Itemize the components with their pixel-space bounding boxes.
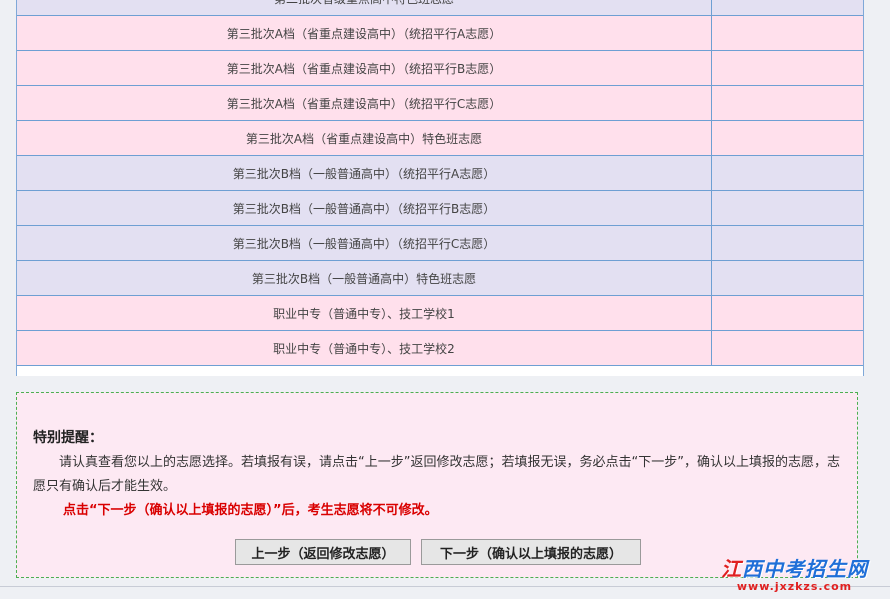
table-row: 第三批次A档（省重点建设高中）（统招平行A志愿）	[17, 15, 863, 50]
volunteer-category-cell: 第三批次B档（一般普通高中）（统招平行C志愿）	[17, 226, 712, 260]
volunteer-category-cell: 第三批次B档（一般普通高中）（统招平行A志愿）	[17, 156, 712, 190]
volunteer-value-cell	[712, 261, 863, 295]
volunteer-table: 第二批次省级重点高中特色班志愿第三批次A档（省重点建设高中）（统招平行A志愿）第…	[16, 0, 864, 376]
next-step-button[interactable]: 下一步（确认以上填报的志愿）	[421, 539, 641, 565]
table-bottom-spacer	[17, 365, 863, 376]
volunteer-value-cell	[712, 296, 863, 330]
volunteer-value-cell	[712, 121, 863, 155]
volunteer-category-cell: 第三批次A档（省重点建设高中）（统招平行A志愿）	[17, 16, 712, 50]
volunteer-value-cell	[712, 0, 863, 15]
special-notice-box: 特别提醒： 请认真查看您以上的志愿选择。若填报有误，请点击“上一步”返回修改志愿…	[16, 392, 858, 578]
volunteer-value-cell	[712, 16, 863, 50]
watermark-url: www.jxzkzs.com	[736, 580, 853, 593]
volunteer-category-cell: 第三批次B档（一般普通高中）（统招平行B志愿）	[17, 191, 712, 225]
volunteer-value-cell	[712, 331, 863, 365]
table-row: 第三批次A档（省重点建设高中）特色班志愿	[17, 120, 863, 155]
table-row: 第三批次A档（省重点建设高中）（统招平行C志愿）	[17, 85, 863, 120]
site-watermark-logo: 江西中考招生网 www.jxzkzs.com	[721, 553, 868, 593]
volunteer-category-cell: 第三批次B档（一般普通高中）特色班志愿	[17, 261, 712, 295]
watermark-title-rest: 西中考招生网	[742, 557, 868, 581]
volunteer-category-cell: 职业中专（普通中专）、技工学校2	[17, 331, 712, 365]
volunteer-category-cell: 第三批次A档（省重点建设高中）特色班志愿	[17, 121, 712, 155]
notice-paragraph: 请认真查看您以上的志愿选择。若填报有误，请点击“上一步”返回修改志愿；若填报无误…	[33, 455, 840, 494]
notice-warning: 点击“下一步（确认以上填报的志愿）”后，考生志愿将不可修改。	[63, 503, 438, 518]
volunteer-value-cell	[712, 191, 863, 225]
table-row: 第二批次省级重点高中特色班志愿	[17, 0, 863, 15]
table-row: 职业中专（普通中专）、技工学校1	[17, 295, 863, 330]
table-row: 第三批次A档（省重点建设高中）（统招平行B志愿）	[17, 50, 863, 85]
table-row: 第三批次B档（一般普通高中）（统招平行A志愿）	[17, 155, 863, 190]
table-row: 第三批次B档（一般普通高中）（统招平行B志愿）	[17, 190, 863, 225]
volunteer-value-cell	[712, 226, 863, 260]
volunteer-category-cell: 职业中专（普通中专）、技工学校1	[17, 296, 712, 330]
volunteer-value-cell	[712, 86, 863, 120]
volunteer-value-cell	[712, 51, 863, 85]
table-row: 第三批次B档（一般普通高中）特色班志愿	[17, 260, 863, 295]
notice-title: 特别提醒：	[33, 430, 103, 446]
volunteer-category-cell: 第三批次A档（省重点建设高中）（统招平行C志愿）	[17, 86, 712, 120]
volunteer-category-cell: 第二批次省级重点高中特色班志愿	[17, 0, 712, 15]
watermark-title: 江西中考招生网	[721, 553, 868, 582]
volunteer-value-cell	[712, 156, 863, 190]
volunteer-category-cell: 第三批次A档（省重点建设高中）（统招平行B志愿）	[17, 51, 712, 85]
previous-step-button[interactable]: 上一步（返回修改志愿）	[235, 539, 411, 565]
table-row: 第三批次B档（一般普通高中）（统招平行C志愿）	[17, 225, 863, 260]
table-row: 职业中专（普通中专）、技工学校2	[17, 330, 863, 365]
watermark-first-char: 江	[721, 557, 742, 581]
